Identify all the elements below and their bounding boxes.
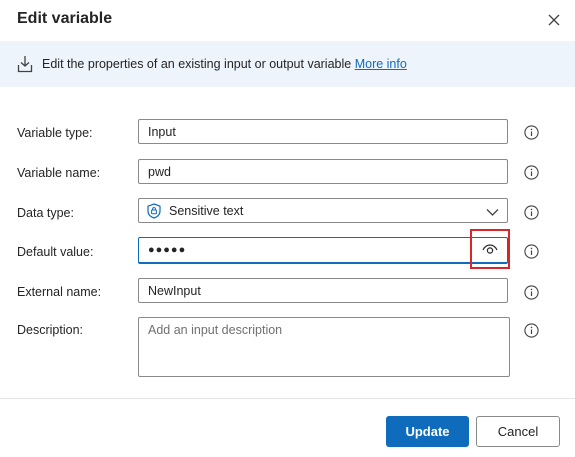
default-value-label: Default value: (17, 245, 94, 259)
info-icon[interactable] (524, 285, 539, 300)
banner-message: Edit the properties of an existing input… (42, 57, 355, 71)
edit-variable-dialog: Edit variable Edit the properties of an … (0, 0, 575, 457)
variable-name-value: pwd (148, 164, 171, 179)
info-icon[interactable] (524, 205, 539, 220)
update-button[interactable]: Update (386, 416, 469, 447)
more-info-link[interactable]: More info (355, 57, 407, 71)
dialog-title: Edit variable (17, 10, 113, 27)
variable-name-label: Variable name: (17, 166, 101, 180)
default-value-field[interactable]: ●●●●● (138, 237, 508, 264)
description-placeholder: Add an input description (148, 323, 283, 337)
variable-type-label: Variable type: (17, 126, 93, 140)
external-name-label: External name: (17, 285, 102, 299)
variable-type-value: Input (148, 124, 176, 139)
banner-text: Edit the properties of an existing input… (42, 57, 407, 71)
info-icon[interactable] (524, 165, 539, 180)
info-icon[interactable] (524, 125, 539, 140)
data-type-label: Data type: (17, 206, 74, 220)
data-type-dropdown[interactable]: Sensitive text (138, 198, 508, 223)
cancel-button[interactable]: Cancel (476, 416, 560, 447)
external-name-value: NewInput (148, 283, 201, 298)
shield-lock-icon (147, 202, 161, 219)
default-value-masked: ●●●●● (148, 244, 187, 256)
footer-divider (0, 398, 575, 399)
info-icon[interactable] (524, 244, 539, 259)
close-icon[interactable] (544, 10, 564, 30)
info-banner: Edit the properties of an existing input… (0, 41, 575, 87)
show-value-button[interactable] (470, 229, 510, 269)
info-icon[interactable] (524, 323, 539, 338)
data-type-value: Sensitive text (169, 203, 244, 218)
chevron-down-icon (486, 206, 499, 220)
eye-icon (482, 243, 498, 255)
variable-name-field[interactable]: pwd (138, 159, 508, 184)
description-label: Description: (17, 323, 83, 337)
variable-type-field[interactable]: Input (138, 119, 508, 144)
external-name-field[interactable]: NewInput (138, 278, 508, 303)
description-textarea[interactable]: Add an input description (138, 317, 510, 377)
download-icon (17, 55, 33, 73)
